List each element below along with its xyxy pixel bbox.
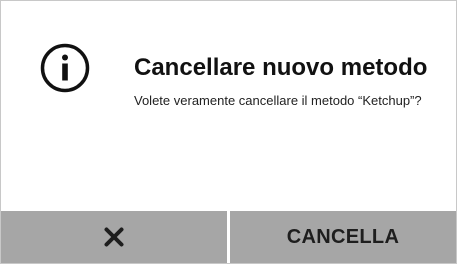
- delete-button-label: CANCELLA: [286, 225, 400, 248]
- info-icon: [40, 43, 90, 93]
- dialog-title: Cancellare nuovo metodo: [134, 54, 428, 81]
- cancel-button[interactable]: [1, 211, 230, 263]
- confirm-delete-dialog: Cancellare nuovo metodo Volete veramente…: [0, 0, 457, 264]
- dialog-message: Volete veramente cancellare il metodo “K…: [134, 93, 422, 108]
- button-bar: CANCELLA: [1, 211, 456, 263]
- close-icon: [104, 227, 124, 247]
- delete-button[interactable]: CANCELLA: [230, 211, 456, 263]
